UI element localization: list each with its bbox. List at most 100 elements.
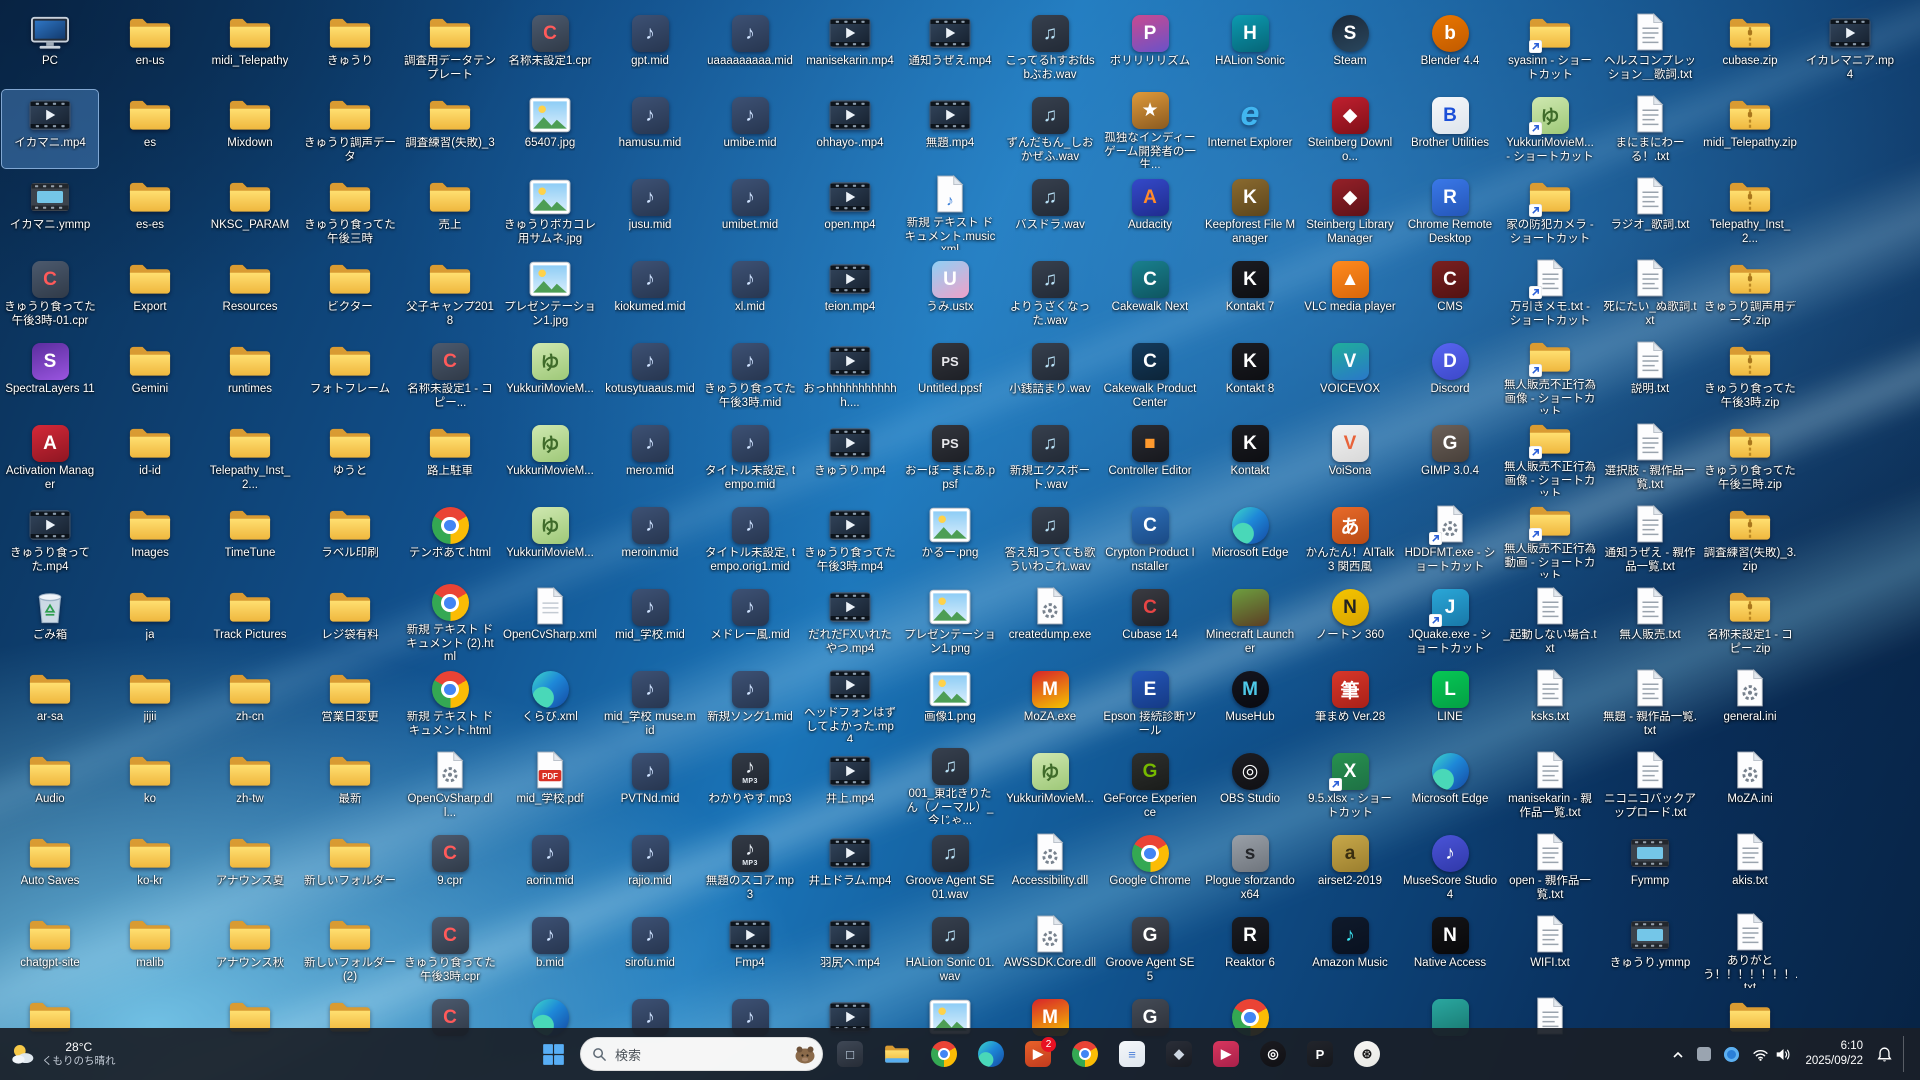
desktop-icon[interactable]: EEpson 接続診断ツール [1102, 664, 1198, 742]
desktop-icon[interactable]: ニコニコバックアップロード.txt [1602, 746, 1698, 824]
desktop-icon[interactable]: KKontakt 7 [1202, 254, 1298, 332]
desktop-icon[interactable]: VVOICEVOX [1302, 336, 1398, 414]
desktop-icon[interactable]: ゆYukkuriMovieM... - ショートカット [1502, 90, 1598, 168]
desktop-icon[interactable]: 無人販売不正行為 画像 - ショートカット [1502, 336, 1598, 414]
network-volume-button[interactable] [1747, 1036, 1797, 1072]
desktop-icon[interactable]: ♫こってるhすおfdsbぶお.wav [1002, 8, 1098, 86]
desktop-icon[interactable]: 万引きメモ.txt - ショートカット [1502, 254, 1598, 332]
desktop-icon[interactable]: 画像1.png [902, 664, 998, 742]
desktop-icon[interactable]: ◆Steinberg Downlo... [1302, 90, 1398, 168]
desktop-icon[interactable]: chatgpt-site [2, 910, 98, 988]
desktop-icon[interactable]: Export [102, 254, 198, 332]
desktop-icon[interactable]: レジ袋有料 [302, 582, 398, 660]
microsoft-edge[interactable] [971, 1034, 1011, 1074]
desktop-icon[interactable]: MMoZA.exe [1002, 664, 1098, 742]
desktop-icon[interactable]: manisekarin.mp4 [802, 8, 898, 86]
desktop-icon[interactable]: ♫001_東北きりたん（ノーマル）_今じゃ... [902, 746, 998, 824]
desktop-icon[interactable]: ゆうと [302, 418, 398, 496]
desktop-icon[interactable]: JJQuake.exe - ショートカット [1402, 582, 1498, 660]
desktop-icon[interactable]: Fymmp [1602, 828, 1698, 906]
desktop-icon[interactable]: ko [102, 746, 198, 824]
desktop-icon[interactable]: 筆筆まめ Ver.28 [1302, 664, 1398, 742]
desktop-icon[interactable]: ♪kiokumed.mid [602, 254, 698, 332]
desktop-icon[interactable]: PSおーぼーまにあ.ppsf [902, 418, 998, 496]
desktop-icon[interactable]: Nノートン 360 [1302, 582, 1398, 660]
desktop-icon[interactable]: ありがとう！！！！！！！.txt [1702, 910, 1798, 988]
desktop-icon[interactable]: open - 親作品一覧.txt [1502, 828, 1598, 906]
search-box[interactable]: 検索 [580, 1037, 823, 1071]
notepad[interactable]: ≡ [1112, 1034, 1152, 1074]
desktop-icon[interactable]: テンポあて.html [402, 500, 498, 578]
desktop-icon[interactable]: ♫答え知ってても歌ういわこれ.wav [1002, 500, 1098, 578]
desktop-icon[interactable]: X9.5.xlsx - ショートカット [1302, 746, 1398, 824]
obs-studio[interactable]: ◎ [1253, 1034, 1293, 1074]
weather-widget[interactable]: 28°C くもりのち晴れ [4, 1036, 121, 1072]
desktop-icon[interactable]: 家の防犯カメラ - ショートカット [1502, 172, 1598, 250]
desktop-icon[interactable]: ♪タイトル未設定, tempo.orig1.mid [702, 500, 798, 578]
desktop-icon[interactable]: ♪jusu.mid [602, 172, 698, 250]
desktop-icon[interactable]: AAudacity [1102, 172, 1198, 250]
desktop-icon[interactable]: かるー.png [902, 500, 998, 578]
pinned-monitor-app[interactable]: □ [830, 1034, 870, 1074]
desktop-icon[interactable]: ♪MP3無題のスコア.mp3 [702, 828, 798, 906]
desktop-icon[interactable]: 調査練習(失敗)_3.zip [1702, 500, 1798, 578]
desktop-icon[interactable]: 新規 テキスト ドキュメント (2).html [402, 582, 498, 660]
desktop-icon[interactable]: イカマニ.ymmp [2, 172, 98, 250]
desktop-icon[interactable]: manisekarin - 親作品一覧.txt [1502, 746, 1598, 824]
desktop-icon[interactable]: 通知うぜえ - 親作品一覧.txt [1602, 500, 1698, 578]
desktop-icon[interactable]: id-id [102, 418, 198, 496]
desktop-icon[interactable]: AActivation Manager [2, 418, 98, 496]
desktop-icon[interactable]: ♪PVTNd.mid [602, 746, 698, 824]
desktop-icon[interactable]: Track Pictures [202, 582, 298, 660]
notification-center-button[interactable] [1871, 1036, 1898, 1072]
desktop-icon[interactable]: 新しいフォルダー (2) [302, 910, 398, 988]
desktop-icon[interactable]: 井上ドラム.mp4 [802, 828, 898, 906]
desktop-icon[interactable]: ♪meroin.mid [602, 500, 698, 578]
desktop-icon[interactable]: ♪タイトル未設定, tempo.mid [702, 418, 798, 496]
desktop-icon[interactable]: Google Chrome [1102, 828, 1198, 906]
start-button[interactable] [533, 1034, 573, 1074]
desktop-icon[interactable]: ごみ箱 [2, 582, 98, 660]
desktop-icon[interactable]: ♪gpt.mid [602, 8, 698, 86]
desktop-icon[interactable]: ♪mero.mid [602, 418, 698, 496]
desktop-icon[interactable]: ★孤独なインディーゲーム開発者の一生... [1102, 90, 1198, 168]
desktop-icon[interactable]: HHALion Sonic [1202, 8, 1298, 86]
desktop-icon[interactable]: eInternet Explorer [1202, 90, 1298, 168]
taskbar-clock[interactable]: 6:10 2025/09/22 [1800, 1036, 1868, 1072]
google-chrome[interactable] [924, 1034, 964, 1074]
desktop-icon[interactable]: Minecraft Launcher [1202, 582, 1298, 660]
chrome-profile-2[interactable] [1065, 1034, 1105, 1074]
desktop-icon[interactable]: ◎OBS Studio [1202, 746, 1298, 824]
desktop-icon[interactable]: ♫HALion Sonic 01.wav [902, 910, 998, 988]
desktop-icon[interactable]: ♪Amazon Music [1302, 910, 1398, 988]
desktop-icon[interactable]: 新規 テキスト ドキュメント.html [402, 664, 498, 742]
desktop-icon[interactable]: 調査練習(失敗)_3 [402, 90, 498, 168]
desktop[interactable]: PCイカマニ.mp4イカマニ.ymmpCきゅうり食ってた午後3時-01.cprS… [0, 0, 1920, 1080]
desktop-icon[interactable]: ♫ずんだもん_しおかぜふ.wav [1002, 90, 1098, 168]
desktop-icon[interactable]: LLINE [1402, 664, 1498, 742]
desktop-icon[interactable]: ♪kotusytuaaus.mid [602, 336, 698, 414]
desktop-icon[interactable]: ■Controller Editor [1102, 418, 1198, 496]
file-explorer[interactable] [877, 1034, 917, 1074]
desktop-icon[interactable]: Cきゅうり食ってた午後3時.cpr [402, 910, 498, 988]
desktop-icon[interactable]: あかんたん！AITalk 3 関西風 [1302, 500, 1398, 578]
desktop-icon[interactable]: zh-tw [202, 746, 298, 824]
desktop-icon[interactable]: イカレマニア.mp4 [1802, 8, 1898, 86]
desktop-icon[interactable]: ♪umibet.mid [702, 172, 798, 250]
desktop-icon[interactable]: 最新 [302, 746, 398, 824]
desktop-icon[interactable]: Uうみ.ustx [902, 254, 998, 332]
desktop-icon[interactable]: open.mp4 [802, 172, 898, 250]
desktop-icon[interactable]: ゆYukkuriMovieM... [502, 500, 598, 578]
desktop-icon[interactable]: OpenCvSharp.xml [502, 582, 598, 660]
desktop-icon[interactable]: NNative Access [1402, 910, 1498, 988]
desktop-icon[interactable]: createdump.exe [1002, 582, 1098, 660]
desktop-icon[interactable]: Audio [2, 746, 98, 824]
desktop-icon[interactable]: ♪MP3わかりやす.mp3 [702, 746, 798, 824]
desktop-icon[interactable]: きゅうり.mp4 [802, 418, 898, 496]
desktop-icon[interactable]: ♪aorin.mid [502, 828, 598, 906]
desktop-icon[interactable]: RChrome Remote Desktop [1402, 172, 1498, 250]
desktop-icon[interactable]: おっhhhhhhhhhhhh.... [802, 336, 898, 414]
desktop-icon[interactable]: Microsoft Edge [1202, 500, 1298, 578]
desktop-icon[interactable]: aairset2-2019 [1302, 828, 1398, 906]
desktop-icon[interactable]: きゅうりボカコレ用サムネ.jpg [502, 172, 598, 250]
